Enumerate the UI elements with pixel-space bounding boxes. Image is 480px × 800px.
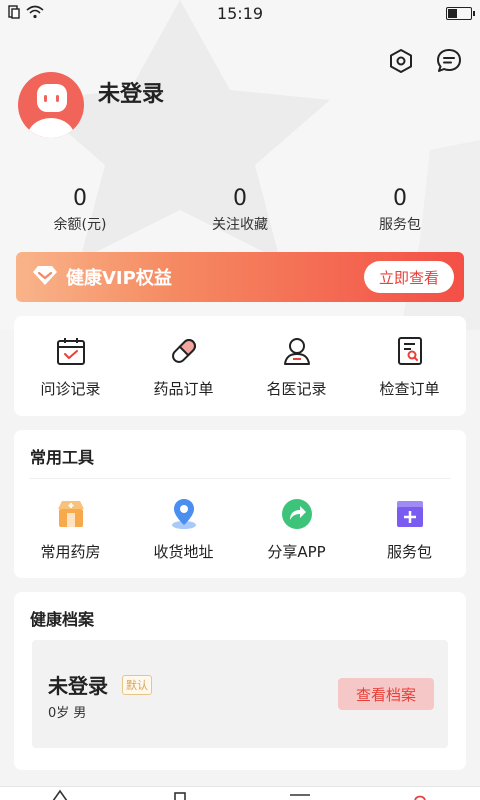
stat-label: 余额(元) — [53, 217, 107, 233]
message-icon[interactable] — [434, 46, 464, 76]
stat-value: 0 — [73, 186, 87, 211]
stat-label: 服务包 — [379, 217, 421, 233]
stat-label: 关注收藏 — [212, 217, 268, 233]
consultation-records[interactable]: 问诊记录 — [14, 316, 127, 416]
stat-service-pack[interactable]: 0 服务包 — [320, 186, 480, 234]
grid-label: 检查订单 — [379, 380, 440, 398]
grid-label: 分享APP — [267, 543, 326, 561]
stat-value: 0 — [393, 186, 407, 211]
stat-value: 0 — [233, 186, 247, 211]
health-age-gender: 0岁 男 — [48, 706, 87, 721]
doctor-icon — [280, 334, 314, 368]
share-icon — [280, 497, 314, 531]
share-app[interactable]: 分享APP — [240, 497, 353, 562]
sim-icon — [8, 4, 20, 23]
tab-home[interactable] — [0, 787, 120, 800]
avatar[interactable] — [18, 72, 84, 138]
view-record-button[interactable]: 查看档案 — [338, 678, 434, 710]
status-time: 15:19 — [216, 3, 264, 23]
settings-icon[interactable] — [386, 46, 416, 76]
vip-view-button[interactable]: 立即查看 — [364, 261, 454, 293]
profile-header[interactable]: 未登录 — [18, 72, 164, 138]
stats-row: 0 余额(元) 0 关注收藏 0 服务包 — [0, 186, 480, 234]
shipping-address[interactable]: 收货地址 — [127, 497, 240, 562]
status-bar: 15:19 — [0, 0, 480, 26]
stat-balance[interactable]: 0 余额(元) — [0, 186, 160, 234]
username[interactable]: 未登录 — [98, 76, 164, 108]
tools-card: 常用工具 常用药房 收货地址 分享APP 服务包 — [14, 430, 466, 578]
tab-records[interactable] — [120, 787, 240, 800]
pill-icon — [167, 334, 201, 368]
grid-label: 收货地址 — [153, 543, 214, 561]
tab-mine[interactable] — [360, 787, 480, 800]
grid-label: 名医记录 — [266, 380, 327, 398]
pharmacy-icon — [54, 497, 88, 531]
battery-level — [448, 8, 457, 18]
vip-banner[interactable]: 健康VIP权益 立即查看 — [16, 252, 464, 302]
grid-label: 药品订单 — [153, 380, 214, 398]
health-record-card: 健康档案 未登录 默认 0岁 男 查看档案 — [14, 592, 466, 770]
service-box-icon — [393, 497, 427, 531]
health-profile-box[interactable]: 未登录 默认 0岁 男 查看档案 — [32, 640, 448, 748]
records-tab-icon — [174, 792, 186, 800]
default-badge: 默认 — [122, 675, 152, 695]
battery-icon — [446, 6, 475, 20]
calendar-check-icon — [54, 334, 88, 368]
medicine-orders[interactable]: 药品订单 — [127, 316, 240, 416]
grid-label: 服务包 — [386, 543, 432, 561]
location-pin-icon — [167, 497, 201, 531]
report-search-icon — [393, 334, 427, 368]
grid-label: 问诊记录 — [40, 380, 101, 398]
exam-orders[interactable]: 检查订单 — [353, 316, 466, 416]
bottom-tab-bar — [0, 786, 480, 800]
vip-title: 健康VIP权益 — [66, 268, 172, 289]
service-package[interactable]: 服务包 — [353, 497, 466, 562]
wifi-icon — [26, 4, 44, 23]
mine-tab-icon — [414, 795, 426, 800]
messages-tab-icon — [290, 794, 310, 796]
tab-messages[interactable] — [240, 787, 360, 800]
common-pharmacy[interactable]: 常用药房 — [14, 497, 127, 562]
health-name: 未登录 — [48, 674, 108, 698]
health-title: 健康档案 — [30, 610, 95, 629]
diamond-icon — [32, 264, 58, 290]
doctor-records[interactable]: 名医记录 — [240, 316, 353, 416]
stat-favorites[interactable]: 0 关注收藏 — [160, 186, 320, 234]
grid-label: 常用药房 — [40, 543, 101, 561]
orders-card: 问诊记录 药品订单 名医记录 检查订单 — [14, 316, 466, 416]
tools-title: 常用工具 — [30, 448, 95, 467]
home-tab-icon — [52, 789, 68, 800]
